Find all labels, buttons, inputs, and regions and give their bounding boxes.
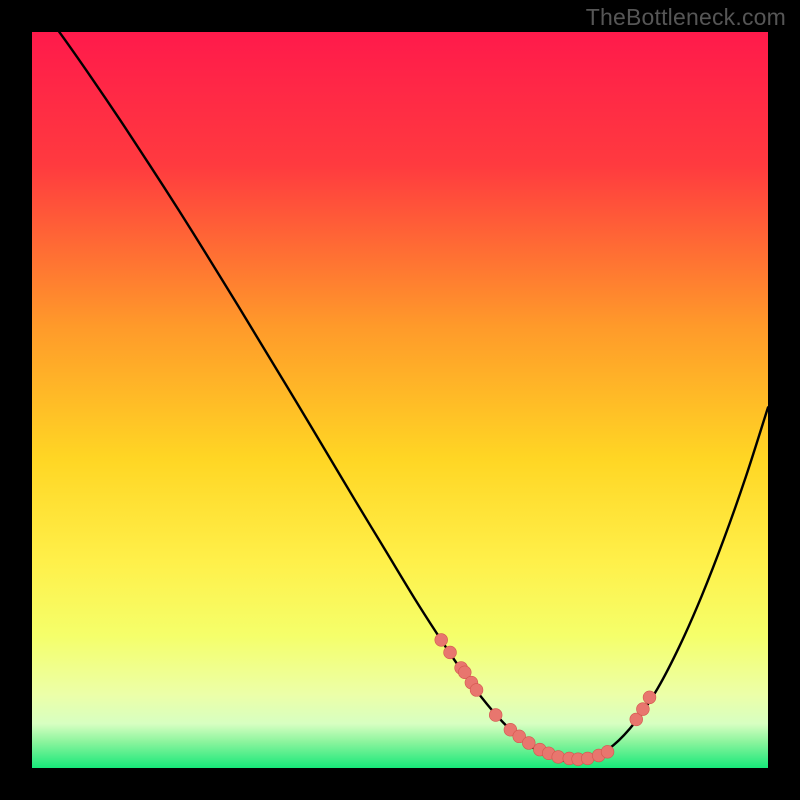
marker-dot <box>552 751 565 764</box>
plot-area <box>32 32 768 768</box>
marker-dot <box>489 709 502 722</box>
marker-dot <box>643 691 656 704</box>
marker-dot <box>435 634 448 647</box>
marker-dot <box>444 646 457 659</box>
marker-dot <box>601 745 614 758</box>
gradient-background <box>32 32 768 768</box>
chart-svg <box>32 32 768 768</box>
marker-dot <box>581 752 594 765</box>
watermark-text: TheBottleneck.com <box>586 4 786 31</box>
marker-dot <box>470 684 483 697</box>
marker-dot <box>522 737 535 750</box>
chart-container: TheBottleneck.com <box>0 0 800 800</box>
marker-dot <box>636 703 649 716</box>
